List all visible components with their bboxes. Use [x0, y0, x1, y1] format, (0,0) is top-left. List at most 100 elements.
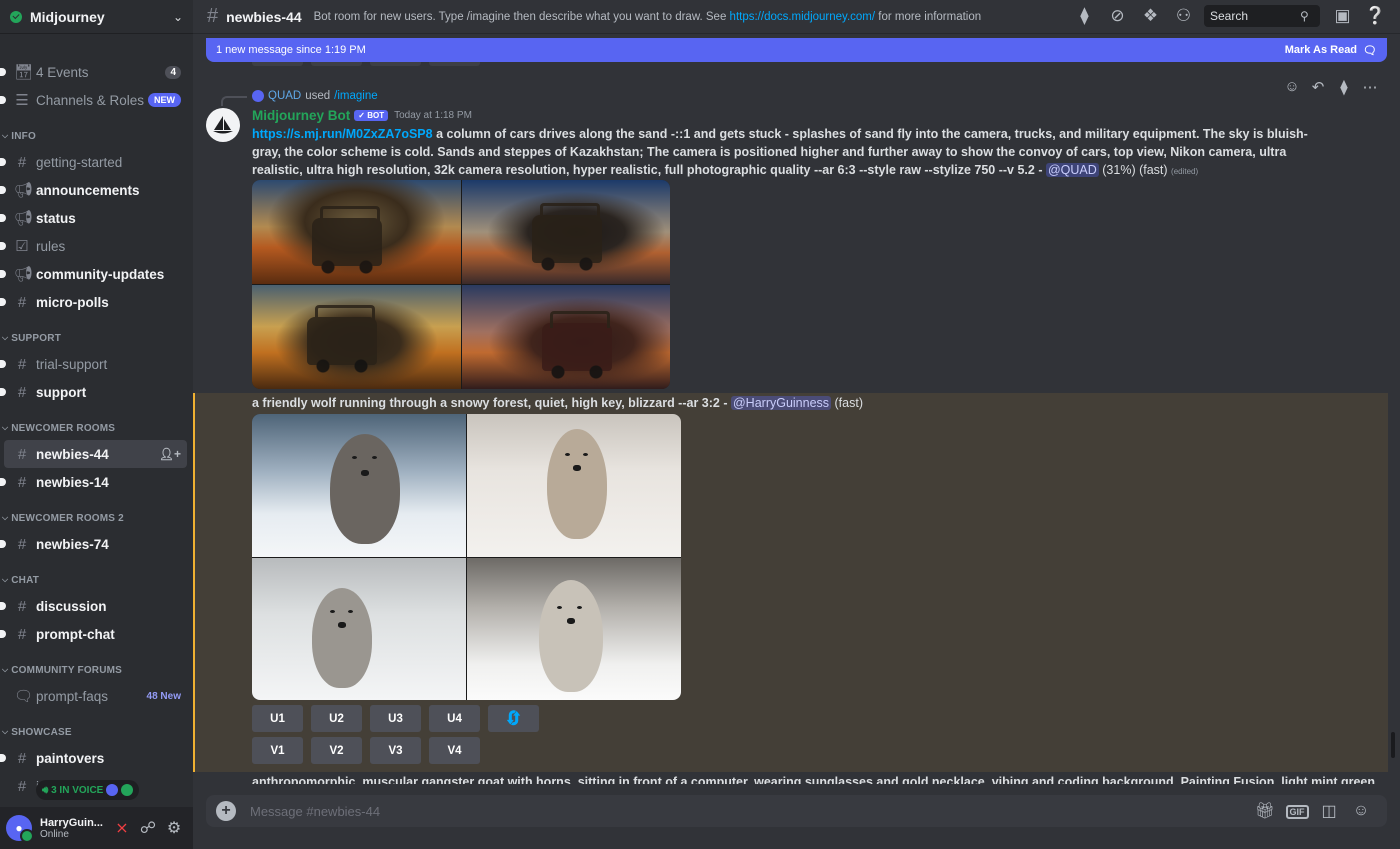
message-input[interactable]	[250, 803, 1249, 819]
sidebar-item-getting-started[interactable]: # getting-started	[0, 148, 187, 176]
image-grid[interactable]	[252, 180, 670, 389]
search-icon: ⚲	[1300, 9, 1309, 23]
chevron-down-icon: ⌵	[2, 333, 9, 342]
gif-icon[interactable]: GIF	[1281, 802, 1313, 820]
threads-icon[interactable]: ⧫	[1068, 6, 1101, 26]
grid-image[interactable]	[252, 180, 461, 284]
category-header[interactable]: ⌵ SUPPORT	[0, 330, 193, 346]
category-name: NEWCOMER ROOMS 2	[11, 512, 124, 524]
sidebar-item-label: getting-started	[36, 154, 123, 170]
invite-icon[interactable]: 👤︎+	[159, 447, 181, 461]
v3-button[interactable]: V3	[370, 737, 421, 764]
topic-text: Bot room for new users. Type /imagine th…	[313, 10, 730, 23]
channels-roles-icon: ☰	[15, 92, 29, 109]
sidebar-item-rules[interactable]: ☑ rules	[0, 232, 187, 260]
help-icon[interactable]: ❔	[1359, 6, 1392, 26]
gear-icon[interactable]: ⚙	[161, 818, 187, 838]
add-attachment-icon[interactable]: +	[216, 801, 236, 821]
voice-activity-pill[interactable]: 🔊︎ 3 IN VOICE	[36, 780, 140, 800]
mute-icon[interactable]: ⨯	[109, 818, 135, 838]
new-posts-badge: 48 New	[146, 690, 181, 702]
sidebar-item-label: Channels & Roles	[36, 92, 145, 108]
u3-button[interactable]: U3	[370, 705, 421, 732]
sidebar-item-prompt-faqs[interactable]: 🗨︎ prompt-faqs 48 New	[4, 682, 187, 710]
add-reaction-icon[interactable]: ☺	[1282, 78, 1302, 96]
hash-icon: #	[17, 355, 27, 373]
sidebar-item-announcements[interactable]: 📢︎ announcements	[0, 176, 187, 204]
sidebar-item-newbies-74[interactable]: # newbies-74	[0, 530, 187, 558]
grid-image[interactable]	[461, 285, 670, 389]
reply-command[interactable]: /imagine	[334, 90, 377, 102]
server-header[interactable]: Midjourney ⌄	[0, 0, 193, 34]
u1-button[interactable]: U1	[252, 705, 303, 732]
sidebar-item-community-updates[interactable]: 📢︎ community-updates	[0, 260, 187, 288]
pin-icon[interactable]: ❖	[1134, 6, 1167, 26]
image-grid[interactable]	[252, 414, 681, 700]
headphones-icon[interactable]: ☍	[135, 818, 161, 838]
reply-icon[interactable]: ↶	[1308, 78, 1328, 96]
sidebar-item-prompt-chat[interactable]: # prompt-chat	[0, 620, 187, 648]
prompt-link[interactable]: https://s.mj.run/M0ZxZA7oSP8	[252, 127, 433, 141]
sidebar-item-discussion[interactable]: # discussion	[0, 592, 187, 620]
message-list: ☺ ↶ ⧫ ⋯ QUAD used /imagine Midjourney Bo…	[193, 34, 1388, 784]
gift-icon[interactable]: 🎁︎	[1249, 801, 1281, 821]
author-name[interactable]: Midjourney Bot	[252, 108, 350, 123]
category-header[interactable]: ⌵ SHOWCASE	[0, 724, 193, 740]
search-box[interactable]: ⚲	[1204, 5, 1320, 27]
u2-button[interactable]: U2	[311, 705, 362, 732]
emoji-icon[interactable]: ☺	[1345, 802, 1377, 820]
grid-image[interactable]	[252, 557, 466, 700]
sidebar-item-label: newbies-44	[36, 446, 109, 462]
category-header[interactable]: ⌵ COMMUNITY FORUMS	[0, 662, 193, 678]
sidebar-item-newbies-44[interactable]: # newbies-44 👤︎+	[4, 440, 187, 468]
grid-image[interactable]	[252, 414, 466, 557]
search-input[interactable]	[1210, 9, 1300, 23]
sidebar-item-label: paintovers	[36, 750, 105, 766]
category-header[interactable]: ⌵ INFO	[0, 128, 193, 144]
sticker-icon[interactable]: ◫	[1313, 801, 1345, 821]
sidebar-item-newbies-14[interactable]: # newbies-14	[0, 468, 187, 496]
scrollbar[interactable]	[1391, 732, 1395, 758]
sidebar-item-label: prompt-chat	[36, 626, 115, 642]
sidebar-item-label: rules	[36, 238, 66, 254]
sidebar-item-channels-roles[interactable]: ☰ Channels & Roles NEW	[0, 86, 187, 114]
chevron-down-icon[interactable]: ⌄	[173, 10, 183, 24]
user-mention[interactable]: @QUAD	[1045, 163, 1099, 177]
channel-topic[interactable]: Bot room for new users. Type /imagine th…	[314, 11, 982, 23]
sidebar-item-micro-polls[interactable]: # micro-polls	[0, 288, 187, 316]
category-header[interactable]: ⌵ NEWCOMER ROOMS 2	[0, 510, 193, 526]
notifications-muted-icon[interactable]: ⊘	[1101, 6, 1134, 26]
v2-button[interactable]: V2	[311, 737, 362, 764]
grid-image[interactable]	[252, 285, 461, 389]
category-header[interactable]: ⌵ NEWCOMER ROOMS	[0, 420, 193, 436]
bot-avatar[interactable]	[206, 108, 240, 142]
thread-icon[interactable]: ⧫	[1334, 78, 1354, 96]
grid-image[interactable]	[461, 180, 670, 284]
sidebar-item-status[interactable]: 📢︎ status	[0, 204, 187, 232]
sidebar-item-support[interactable]: # support	[0, 378, 187, 406]
topic-link[interactable]: https://docs.midjourney.com/	[730, 11, 876, 23]
sidebar-item-label: newbies-14	[36, 474, 109, 490]
user-info[interactable]: HarryGuin... Online	[40, 817, 109, 840]
unread-indicator	[0, 270, 6, 278]
sidebar-item-trial-support[interactable]: # trial-support	[0, 350, 187, 378]
inbox-icon[interactable]: ▣	[1326, 6, 1359, 26]
speaker-icon: 🔊︎	[42, 784, 49, 796]
new-messages-banner[interactable]: 1 new message since 1:19 PM Mark As Read…	[206, 38, 1387, 62]
sidebar-item-paintovers[interactable]: # paintovers	[0, 744, 187, 772]
avatar[interactable]: ●	[6, 815, 34, 843]
message-actions: ☺ ↶ ⧫ ⋯	[1282, 78, 1380, 96]
more-icon[interactable]: ⋯	[1360, 78, 1380, 96]
u4-button[interactable]: U4	[429, 705, 480, 732]
v1-button[interactable]: V1	[252, 737, 303, 764]
members-icon[interactable]: ⚇	[1167, 6, 1200, 26]
reroll-icon[interactable]: 🔄︎	[488, 705, 539, 732]
category-header[interactable]: ⌵ CHAT	[0, 572, 193, 588]
mark-as-read-button[interactable]: Mark As Read 🗨︎	[1285, 44, 1377, 57]
grid-image[interactable]	[467, 414, 681, 557]
sidebar-item-4-events[interactable]: 📅︎ 4 Events 4	[0, 58, 187, 86]
grid-image[interactable]	[467, 557, 681, 700]
v4-button[interactable]: V4	[429, 737, 480, 764]
reply-username[interactable]: QUAD	[268, 90, 301, 102]
user-mention[interactable]: @HarryGuinness	[730, 396, 832, 410]
